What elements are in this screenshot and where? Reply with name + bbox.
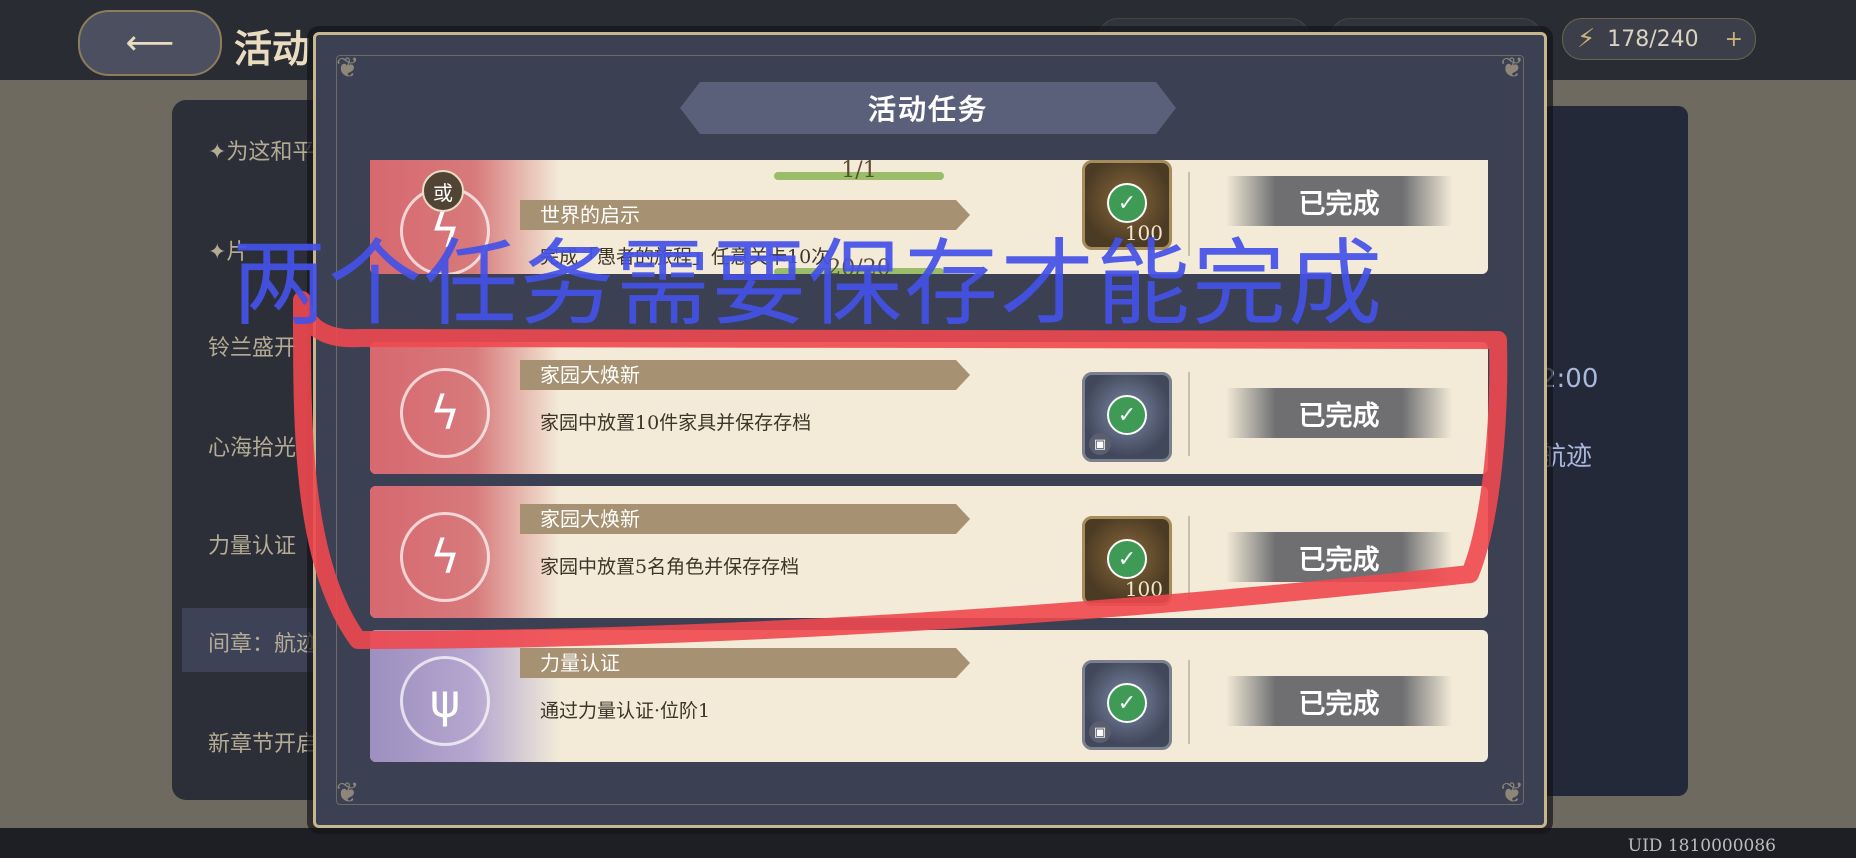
check-icon: ✓ <box>1107 683 1147 723</box>
reward-qty: 100 <box>1124 577 1163 601</box>
annotation-text: 两个任务需要保存才能完成 <box>232 230 1385 339</box>
task-name: 家园大焕新 <box>540 363 640 387</box>
back-button[interactable]: ⟵ <box>78 10 222 76</box>
trident-emblem-icon: ψ <box>400 656 490 746</box>
task-row: ψ 力量认证 通过力量认证·位阶1 ✓ ▣ 已完成 <box>370 630 1488 762</box>
progress-label: 1/1 <box>841 160 877 183</box>
modal-title: 活动任务 <box>867 93 988 126</box>
side-item[interactable]: 间章：航迹 <box>208 626 318 658</box>
task-desc: 通过力量认证·位阶1 <box>540 700 711 722</box>
or-badge: 或 <box>422 170 464 212</box>
divider <box>1188 372 1190 456</box>
lightning-emblem-icon: ϟ <box>400 512 490 602</box>
task-name: 力量认证 <box>540 651 620 675</box>
check-icon: ✓ <box>1107 395 1147 435</box>
corner-ornament-icon: ❦ <box>336 776 360 809</box>
right-timer: 2:00 <box>1540 364 1599 394</box>
task-desc: 家园中放置10件家具并保存存档 <box>540 412 812 434</box>
corner-ornament-icon: ❦ <box>1500 51 1524 84</box>
reward-item[interactable]: ✓ 100 <box>1082 516 1172 606</box>
corner-ornament-icon: ❦ <box>1500 776 1524 809</box>
reward-item[interactable]: ✓ ▣ <box>1082 372 1172 462</box>
energy-value: 178/240 <box>1607 26 1699 52</box>
side-item[interactable]: 心海拾光 <box>208 430 296 462</box>
divider <box>1188 516 1190 600</box>
task-desc: 家园中放置5名角色并保存存档 <box>540 556 800 578</box>
task-name: 家园大焕新 <box>540 507 640 531</box>
add-energy-button[interactable]: + <box>1725 27 1743 52</box>
lock-icon: ▣ <box>1089 721 1111 743</box>
side-item[interactable]: 力量认证 <box>208 528 296 560</box>
side-item[interactable]: 新章节开启 <box>208 726 318 758</box>
energy-counter[interactable]: ⚡ 178/240 + <box>1562 18 1756 60</box>
lightning-icon: ⚡ <box>1577 24 1596 54</box>
check-icon: ✓ <box>1107 539 1147 579</box>
right-label: 航迹 <box>1540 442 1593 472</box>
corner-ornament-icon: ❦ <box>336 51 360 84</box>
status-completed: 已完成 <box>1226 532 1452 582</box>
reward-item[interactable]: ✓ ▣ <box>1082 660 1172 750</box>
status-completed: 已完成 <box>1226 388 1452 438</box>
task-row: ϟ 家园大焕新 家园中放置10件家具并保存存档 ✓ ▣ 已完成 <box>370 342 1488 474</box>
lock-icon: ▣ <box>1089 433 1111 455</box>
bottom-bar <box>0 828 1856 858</box>
divider <box>1188 660 1190 744</box>
uid-label: UID 1810000086 <box>1627 836 1776 856</box>
status-completed: 已完成 <box>1226 676 1452 726</box>
lightning-emblem-icon: ϟ <box>400 368 490 458</box>
task-row: ϟ 家园大焕新 家园中放置5名角色并保存存档 ✓ 100 已完成 <box>370 486 1488 618</box>
page-title: 活动 <box>234 27 311 71</box>
back-arrow-icon: ⟵ <box>125 23 175 63</box>
